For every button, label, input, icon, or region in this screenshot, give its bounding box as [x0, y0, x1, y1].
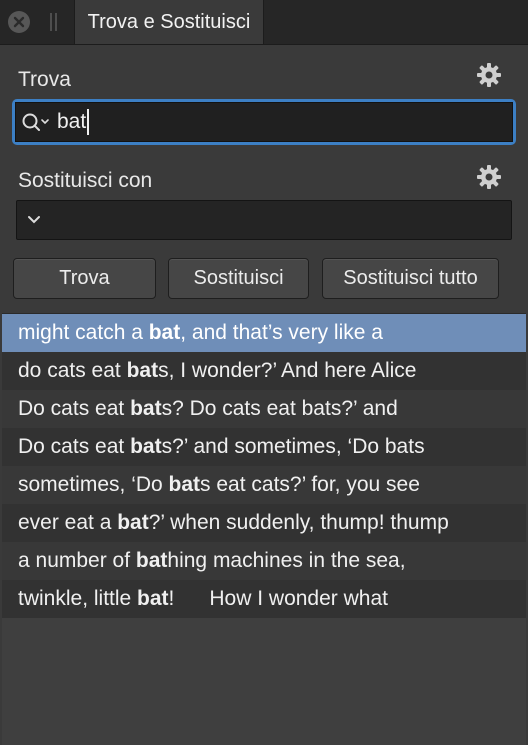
- result-text-after: hing machines in the sea,: [167, 549, 406, 572]
- result-text-before: twinkle, little: [18, 587, 138, 610]
- result-text-after: s?’ and sometimes, ‘Do bats: [161, 435, 425, 458]
- result-text-before: might catch a: [18, 321, 149, 344]
- result-row[interactable]: a number of bathing machines in the sea,: [2, 542, 526, 580]
- gear-icon[interactable]: [476, 164, 502, 190]
- result-match: bat: [117, 511, 149, 534]
- panel-titlebar: Trova e Sostituisci: [0, 0, 528, 45]
- result-text-after: ?’ when suddenly, thump! thump: [148, 511, 449, 534]
- replace-button[interactable]: Sostituisci: [168, 258, 309, 299]
- result-row[interactable]: twinkle, little bat! How I wonder what: [2, 580, 526, 618]
- result-text-after: s? Do cats eat bats?’ and: [161, 397, 398, 420]
- result-text-after: s eat cats?’ for, you see: [200, 473, 420, 496]
- result-match: bat: [137, 587, 169, 610]
- find-input-value[interactable]: bat: [57, 109, 90, 135]
- result-row[interactable]: might catch a bat, and that’s very like …: [2, 314, 526, 352]
- chevron-down-icon[interactable]: [27, 215, 41, 225]
- tab-find-replace[interactable]: Trova e Sostituisci: [74, 0, 264, 44]
- search-icon[interactable]: [21, 112, 53, 134]
- result-text-before: do cats eat: [18, 359, 127, 382]
- result-text-after: , and that’s very like a: [180, 321, 383, 344]
- result-text-before: Do cats eat: [18, 397, 131, 420]
- result-text-before: sometimes, ‘Do: [18, 473, 169, 496]
- result-match: bat: [130, 397, 162, 420]
- result-row[interactable]: Do cats eat bats? Do cats eat bats?’ and: [2, 390, 526, 428]
- find-label: Trova: [18, 68, 71, 91]
- result-row[interactable]: do cats eat bats, I wonder?’ And here Al…: [2, 352, 526, 390]
- find-button[interactable]: Trova: [13, 258, 156, 299]
- result-text-before: ever eat a: [18, 511, 118, 534]
- find-input[interactable]: bat: [12, 99, 516, 145]
- result-row[interactable]: sometimes, ‘Do bats eat cats?’ for, you …: [2, 466, 526, 504]
- result-row[interactable]: Do cats eat bats?’ and sometimes, ‘Do ba…: [2, 428, 526, 466]
- result-match: bat: [168, 473, 201, 496]
- result-text-before: a number of: [18, 549, 136, 572]
- panel-grip-icon[interactable]: [50, 13, 57, 31]
- close-icon[interactable]: [8, 11, 30, 33]
- result-text-after: ! How I wonder what: [168, 587, 388, 610]
- replace-label: Sostituisci con: [18, 169, 153, 192]
- replace-input[interactable]: [16, 200, 512, 240]
- result-match: bat: [126, 359, 159, 382]
- replace-all-button[interactable]: Sostituisci tutto: [322, 258, 499, 299]
- results-list[interactable]: might catch a bat, and that’s very like …: [2, 313, 526, 745]
- result-match: bat: [135, 549, 168, 572]
- result-match: bat: [148, 321, 181, 344]
- result-text-before: Do cats eat: [18, 435, 131, 458]
- gear-icon[interactable]: [476, 62, 502, 88]
- find-input-frame: [15, 102, 513, 142]
- result-text-after: s, I wonder?’ And here Alice: [158, 359, 417, 382]
- tab-title: Trova e Sostituisci: [87, 10, 251, 33]
- result-match: bat: [130, 435, 162, 458]
- result-row[interactable]: ever eat a bat?’ when suddenly, thump! t…: [2, 504, 526, 542]
